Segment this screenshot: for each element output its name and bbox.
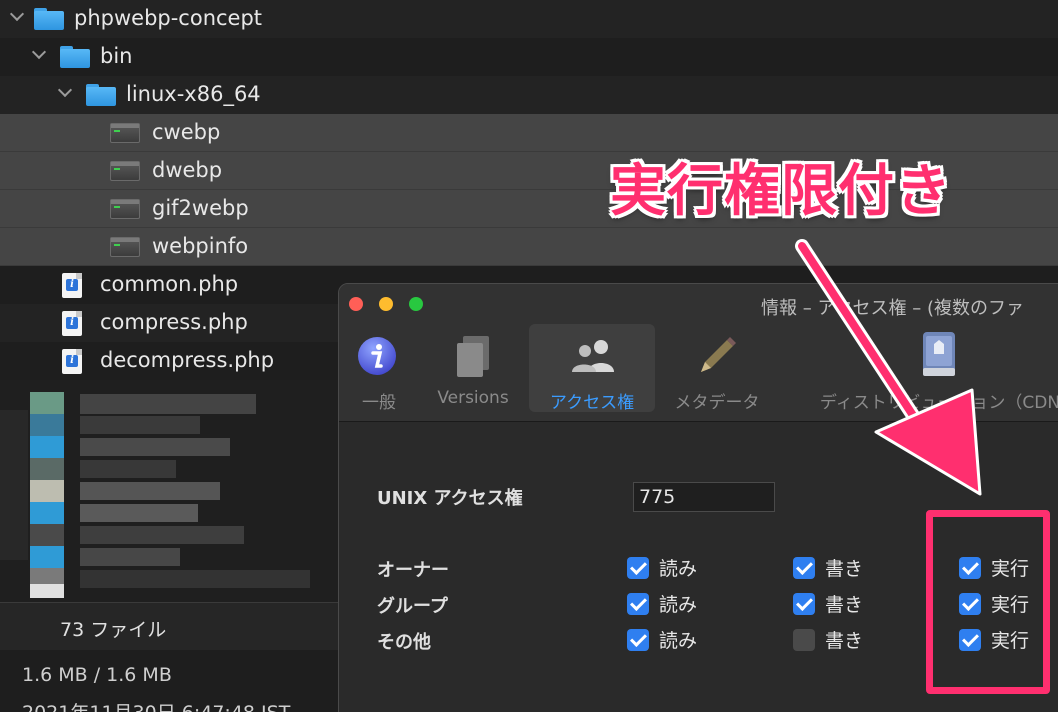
chevron-down-icon[interactable] [10,9,24,23]
checkbox-label: 読み [659,558,698,580]
tab-metadata[interactable]: メタデータ [665,324,769,413]
folder-icon [86,84,116,106]
folder-icon [60,46,90,68]
checkbox-checked-icon [627,592,649,615]
folder-icon [34,8,64,30]
checkbox-label: 読み [659,630,698,652]
tree-row-webpinfo[interactable]: webpinfo [0,228,1058,266]
tree-item-label: common.php [100,272,239,296]
executable-icon [110,161,140,181]
executable-icon [110,199,140,219]
group-read-checkbox[interactable]: 読み [627,590,697,617]
tab-distribution[interactable]: ディストリビューション（CDN [795,324,1058,413]
minimize-button[interactable] [379,297,393,311]
checkbox-checked-icon [627,628,649,651]
others-read-checkbox[interactable]: 読み [627,626,697,653]
versions-icon [457,336,489,377]
tree-item-label: linux-x86_64 [126,82,261,106]
checkbox-label: 書き [825,558,864,580]
annotation-text: 実行権限付き [610,159,952,224]
drive-icon [923,332,955,376]
close-button[interactable] [349,297,363,311]
executable-icon [110,237,140,257]
tab-general[interactable]: 一般 [349,324,409,413]
tree-row-phpwebp-concept[interactable]: phpwebp-concept [0,0,1058,38]
checkbox-label: 書き [825,630,864,652]
owner-write-checkbox[interactable]: 書き [793,554,863,581]
checkbox-label: 書き [825,594,864,616]
tab-permissions[interactable]: アクセス権 [529,324,655,413]
checkbox-checked-icon [793,556,815,579]
window-toolbar: 情報 – アクセス権 – (複数のファ 一般 Versions アクセス権 メタ… [339,284,1058,422]
users-icon [572,340,614,372]
tree-item-label: dwebp [152,158,223,182]
tree-item-label: gif2webp [152,196,249,220]
chevron-down-icon[interactable] [58,85,72,99]
chevron-down-icon[interactable] [32,47,46,61]
tab-versions[interactable]: Versions [425,324,521,412]
tree-item-label: cwebp [152,120,221,144]
owner-read-checkbox[interactable]: 読み [627,554,697,581]
tree-item-label: compress.php [100,310,248,334]
checkbox-checked-icon [627,556,649,579]
executable-icon [110,123,140,143]
php-file-icon: i [62,311,82,336]
others-label: その他 [377,632,431,653]
info-icon [358,337,396,375]
checkbox-checked-icon [793,592,815,615]
unix-permissions-input[interactable]: 775 [633,482,775,512]
tree-item-label: decompress.php [100,348,275,372]
tab-label: メタデータ [674,393,760,413]
group-write-checkbox[interactable]: 書き [793,590,863,617]
tree-row-linux-x86_64[interactable]: linux-x86_64 [0,76,1058,114]
php-file-icon: i [62,273,82,298]
finder-status-bar: 73 ファイル [0,602,338,650]
php-file-icon: i [62,349,82,374]
checkbox-unchecked-icon [793,628,815,651]
tree-row-bin[interactable]: bin [0,38,1058,76]
tab-label: 一般 [362,393,396,413]
pencil-icon [701,337,736,372]
selection-size: 1.6 MB / 1.6 MB [22,664,172,686]
tree-item-label: bin [100,44,133,68]
tab-label: アクセス権 [549,393,635,413]
tab-label: Versions [437,388,509,408]
group-label: グループ [377,596,448,617]
unix-permissions-label: UNIX アクセス権 [377,488,523,509]
tree-item-label: webpinfo [152,234,249,258]
owner-label: オーナー [377,560,449,581]
others-write-checkbox[interactable]: 書き [793,626,863,653]
file-count: 73 ファイル [60,619,167,641]
modified-date: 2021年11月30日 6:47:48 JST [22,698,290,712]
zoom-button[interactable] [409,297,423,311]
checkbox-label: 読み [659,594,698,616]
tab-label: ディストリビューション（CDN [819,393,1058,413]
window-title: 情報 – アクセス権 – (複数のファ [761,298,1025,319]
pixelated-region [0,380,338,602]
tree-item-label: phpwebp-concept [74,6,263,30]
annotation-highlight-box [926,510,1050,694]
